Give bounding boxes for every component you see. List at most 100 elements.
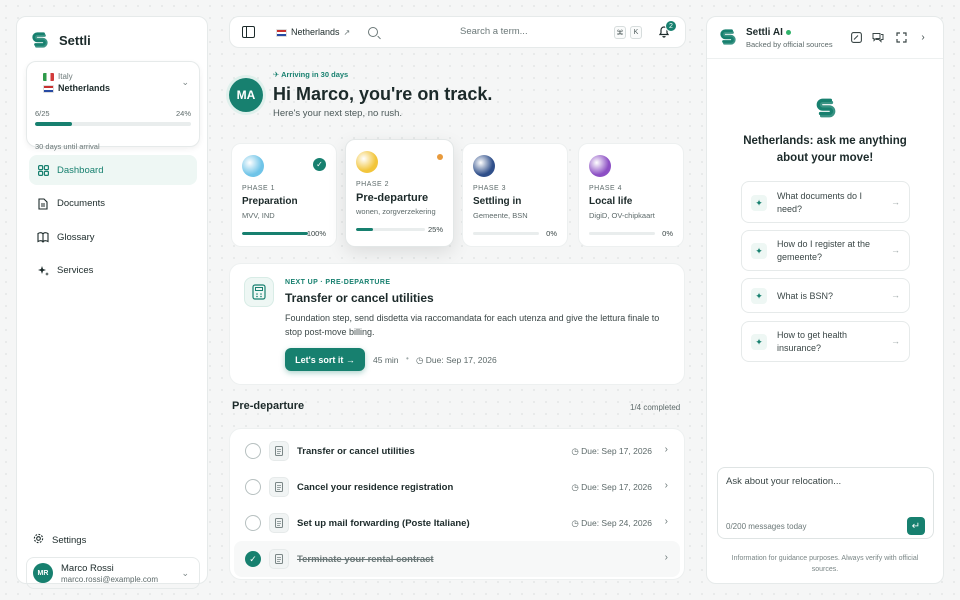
nav-label: Glossary xyxy=(57,231,95,243)
task-title: Transfer or cancel utilities xyxy=(297,446,415,457)
main-nav: Dashboard Documents Glossary Services xyxy=(29,155,197,289)
task-checkbox[interactable] xyxy=(245,443,261,459)
phase-progress xyxy=(473,232,539,235)
grid-icon xyxy=(37,164,49,176)
progress-fill xyxy=(242,232,308,235)
phase-percent: 0% xyxy=(546,229,557,238)
chevron-down-icon: ⌄ xyxy=(181,568,189,578)
nav-item-documents[interactable]: Documents xyxy=(29,189,197,219)
chevron-down-icon[interactable]: ⌄ xyxy=(181,77,189,88)
document-icon xyxy=(269,477,289,497)
separator-dot: • xyxy=(406,354,409,363)
destination-country: Netherlands xyxy=(43,83,110,93)
shortcut-key-cmd: ⌘ xyxy=(614,26,626,39)
table-row[interactable]: Transfer or cancel utilities ◷ Due: Sep … xyxy=(234,433,680,469)
phase-card-1[interactable]: ✓ PHASE 1 Preparation MVV, IND 100% xyxy=(231,143,337,247)
suggestion-text: How to get health insurance? xyxy=(777,330,848,353)
task-due: ◷ Due: Sep 24, 2026 xyxy=(571,518,652,528)
arriving-label: ✈ Arriving in 30 days xyxy=(273,70,349,79)
phase-progress xyxy=(589,232,655,235)
next-up-card: NEXT UP · PRE-DEPARTURE Transfer or canc… xyxy=(229,263,685,385)
task-title: Cancel your residence registration xyxy=(297,482,454,493)
arrow-right-icon: → xyxy=(891,290,900,300)
phase-percent: 100% xyxy=(306,229,326,238)
user-menu[interactable]: MR Marco Rossi marco.rossi@example.com ⌄ xyxy=(26,557,200,589)
suggestion-text: How do I register at the gemeente? xyxy=(777,239,871,262)
enter-icon: ↵ xyxy=(911,520,921,532)
table-row[interactable]: ✓ Terminate your rental contract › xyxy=(234,541,680,577)
due-date: ◷ Due: Sep 17, 2026 xyxy=(416,355,497,365)
suggestion-chip[interactable]: ✦ What documents do I need? → xyxy=(741,181,910,223)
task-list: Transfer or cancel utilities ◷ Due: Sep … xyxy=(229,428,685,580)
chat-history-icon[interactable] xyxy=(871,30,885,44)
chevron-right-icon[interactable]: › xyxy=(665,552,668,563)
next-up-description: Foundation step, send disdetta via racco… xyxy=(285,313,660,337)
suggestion-text: What is BSN? xyxy=(777,291,834,301)
chevron-right-icon[interactable]: › xyxy=(665,516,668,527)
nav-item-glossary[interactable]: Glossary xyxy=(29,222,197,252)
lets-sort-it-button[interactable]: Let's sort it → xyxy=(285,348,365,371)
toggle-sidebar-icon[interactable] xyxy=(242,26,255,38)
suggestion-chip[interactable]: ✦ What is BSN? → xyxy=(741,278,910,313)
sparkle-icon: ✦ xyxy=(751,243,767,259)
phase-subtitle: wonen, zorgverzekering xyxy=(356,207,436,216)
page-subtitle: Here's your next step, no rush. xyxy=(273,108,403,119)
clock-icon: ◷ xyxy=(416,355,426,365)
phase-name: Pre-departure xyxy=(356,192,429,204)
suggestion-chip[interactable]: ✦ How do I register at the gemeente? → xyxy=(741,230,910,271)
chevron-right-icon[interactable]: › xyxy=(916,30,930,44)
table-row[interactable]: Cancel your residence registration ◷ Due… xyxy=(234,469,680,505)
task-due: ◷ Due: Sep 17, 2026 xyxy=(571,482,652,492)
clock-icon: ◷ xyxy=(571,446,582,456)
ai-heading: Netherlands: ask me anything about your … xyxy=(743,135,907,164)
key-icon xyxy=(473,155,495,177)
nav-label: Dashboard xyxy=(57,164,104,176)
brand-name: Settli xyxy=(59,32,91,48)
chevron-right-icon[interactable]: › xyxy=(665,480,668,491)
suggestion-text: What documents do I need? xyxy=(777,191,863,214)
suggestion-chip[interactable]: ✦ How to get health insurance? → xyxy=(741,321,910,362)
chevron-right-icon[interactable]: › xyxy=(665,444,668,455)
phase-card-2[interactable]: PHASE 2 Pre-departure wonen, zorgverzeke… xyxy=(345,139,454,247)
building-icon xyxy=(242,155,264,177)
search-input[interactable]: Search a term... xyxy=(460,26,528,37)
nav-item-dashboard[interactable]: Dashboard xyxy=(29,155,197,185)
document-icon xyxy=(269,513,289,533)
task-checkbox[interactable] xyxy=(245,479,261,495)
nav-label: Services xyxy=(57,265,94,276)
search-icon xyxy=(368,27,378,37)
destination-progress: 6/25 24% xyxy=(35,109,191,126)
phase-card-4[interactable]: PHASE 4 Local life DigiD, OV-chipkaart 0… xyxy=(578,143,684,247)
book-icon xyxy=(37,231,49,243)
country-switcher[interactable]: Netherlands ↗ xyxy=(276,27,350,37)
phase-card-3[interactable]: PHASE 3 Settling in Gemeente, BSN 0% xyxy=(462,143,568,247)
task-checkbox-checked[interactable]: ✓ xyxy=(245,551,261,567)
steps-count: 6/25 xyxy=(35,109,50,118)
table-row[interactable]: Set up mail forwarding (Poste Italiane) … xyxy=(234,505,680,541)
task-checkbox[interactable] xyxy=(245,515,261,531)
expand-icon[interactable] xyxy=(894,30,908,44)
duration: 45 min xyxy=(373,355,399,365)
phase-percent: 0% xyxy=(662,229,673,238)
new-chat-icon[interactable] xyxy=(849,30,863,44)
party-icon xyxy=(589,155,611,177)
destination-card[interactable]: Italy Netherlands ⌄ 6/25 24% 30 days unt… xyxy=(26,61,200,151)
settli-logo-icon xyxy=(816,98,836,118)
phase-progress xyxy=(356,228,425,231)
nav-label: Documents xyxy=(57,198,106,209)
days-until-arrival: 30 days until arrival xyxy=(35,142,100,151)
settings-label: Settings xyxy=(52,534,87,546)
avatar: MR xyxy=(33,563,53,583)
phase-name: Preparation xyxy=(242,196,298,207)
chat-input[interactable]: Ask about your relocation... 0/200 messa… xyxy=(717,467,934,539)
sparkle-icon xyxy=(37,265,49,277)
disclaimer: Information for guidance purposes. Alway… xyxy=(731,555,919,573)
nav-item-services[interactable]: Services xyxy=(29,256,197,286)
arrow-up-right-icon: ↗ xyxy=(343,28,351,37)
brand[interactable]: Settli xyxy=(31,31,91,49)
send-button[interactable]: ↵ xyxy=(907,517,925,535)
settings-link[interactable]: Settings xyxy=(33,533,86,547)
section-count: 1/4 completed xyxy=(630,403,681,412)
phase-label: PHASE 2 xyxy=(356,181,390,188)
task-title: Set up mail forwarding (Poste Italiane) xyxy=(297,518,470,529)
